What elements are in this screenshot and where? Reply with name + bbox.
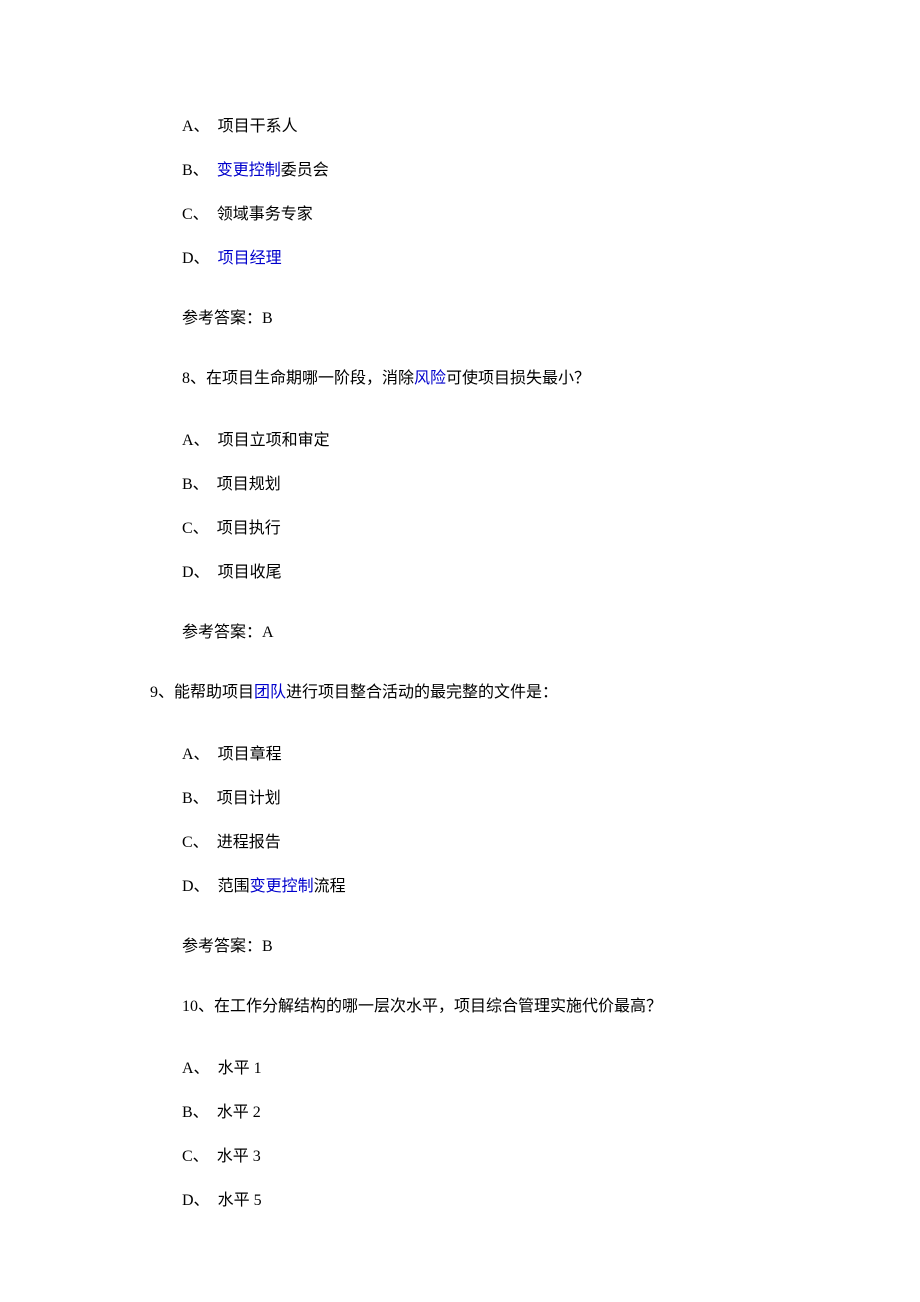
link-change-control[interactable]: 变更控制 — [250, 878, 314, 895]
option-text: 水平 3 — [217, 1148, 261, 1165]
option-text: 项目执行 — [217, 520, 281, 537]
option-label: D、 — [182, 1192, 210, 1209]
q8-prompt-pre: 8、在项目生命期哪一阶段，消除 — [182, 370, 414, 387]
q8-option-a: A、 项目立项和审定 — [182, 429, 800, 453]
document-page: A、 项目干系人 B、 变更控制委员会 C、 领域事务专家 D、 项目经理 参考… — [0, 0, 920, 1302]
q9-option-c: C、 进程报告 — [182, 831, 800, 855]
q8-prompt-post: 可使项目损失最小？ — [446, 370, 590, 387]
q9-prompt-post: 进行项目整合活动的最完整的文件是： — [286, 684, 558, 701]
q9-option-a: A、 项目章程 — [182, 743, 800, 767]
option-text: 领域事务专家 — [217, 206, 313, 223]
option-label: A、 — [182, 118, 210, 135]
option-text: 项目干系人 — [218, 118, 298, 135]
link-team[interactable]: 团队 — [254, 684, 286, 701]
option-label: C、 — [182, 520, 209, 537]
q9-option-b: B、 项目计划 — [182, 787, 800, 811]
option-label: C、 — [182, 1148, 209, 1165]
q9-answer: 参考答案：B — [182, 935, 800, 959]
option-text: 项目收尾 — [218, 564, 282, 581]
option-text: 项目计划 — [217, 790, 281, 807]
option-label: D、 — [182, 250, 210, 267]
link-change-control[interactable]: 变更控制 — [217, 162, 281, 179]
option-label: C、 — [182, 206, 209, 223]
option-label: B、 — [182, 1104, 209, 1121]
option-text: 水平 2 — [217, 1104, 261, 1121]
option-label: B、 — [182, 476, 209, 493]
q10-option-c: C、 水平 3 — [182, 1145, 800, 1169]
q8-option-b: B、 项目规划 — [182, 473, 800, 497]
q8-option-d: D、 项目收尾 — [182, 561, 800, 585]
option-suffix: 委员会 — [281, 162, 329, 179]
option-text: 项目章程 — [218, 746, 282, 763]
q7-option-c: C、 领域事务专家 — [182, 203, 800, 227]
option-label: B、 — [182, 162, 209, 179]
q10-option-d: D、 水平 5 — [182, 1189, 800, 1213]
option-label: D、 — [182, 878, 210, 895]
link-risk[interactable]: 风险 — [414, 370, 446, 387]
q10-option-a: A、 水平 1 — [182, 1057, 800, 1081]
option-label: A、 — [182, 746, 210, 763]
q9-prompt: 9、能帮助项目团队进行项目整合活动的最完整的文件是： — [150, 681, 800, 705]
q7-answer: 参考答案：B — [182, 307, 800, 331]
option-text: 项目立项和审定 — [218, 432, 330, 449]
option-text: 进程报告 — [217, 834, 281, 851]
option-pre: 范围 — [218, 878, 250, 895]
q10-prompt: 10、在工作分解结构的哪一层次水平，项目综合管理实施代价最高？ — [182, 995, 800, 1019]
option-label: D、 — [182, 564, 210, 581]
link-project-manager[interactable]: 项目经理 — [218, 250, 282, 267]
q9-option-d: D、 范围变更控制流程 — [182, 875, 800, 899]
q9-prompt-pre: 9、能帮助项目 — [150, 684, 254, 701]
q7-option-d: D、 项目经理 — [182, 247, 800, 271]
option-label: A、 — [182, 1060, 210, 1077]
option-text: 项目规划 — [217, 476, 281, 493]
q7-option-a: A、 项目干系人 — [182, 115, 800, 139]
q8-answer: 参考答案：A — [182, 621, 800, 645]
option-label: B、 — [182, 790, 209, 807]
option-label: A、 — [182, 432, 210, 449]
q10-option-b: B、 水平 2 — [182, 1101, 800, 1125]
q7-option-b: B、 变更控制委员会 — [182, 159, 800, 183]
q8-prompt: 8、在项目生命期哪一阶段，消除风险可使项目损失最小？ — [182, 367, 800, 391]
option-post: 流程 — [314, 878, 346, 895]
option-text: 水平 5 — [218, 1192, 262, 1209]
option-label: C、 — [182, 834, 209, 851]
q8-option-c: C、 项目执行 — [182, 517, 800, 541]
option-text: 水平 1 — [218, 1060, 262, 1077]
